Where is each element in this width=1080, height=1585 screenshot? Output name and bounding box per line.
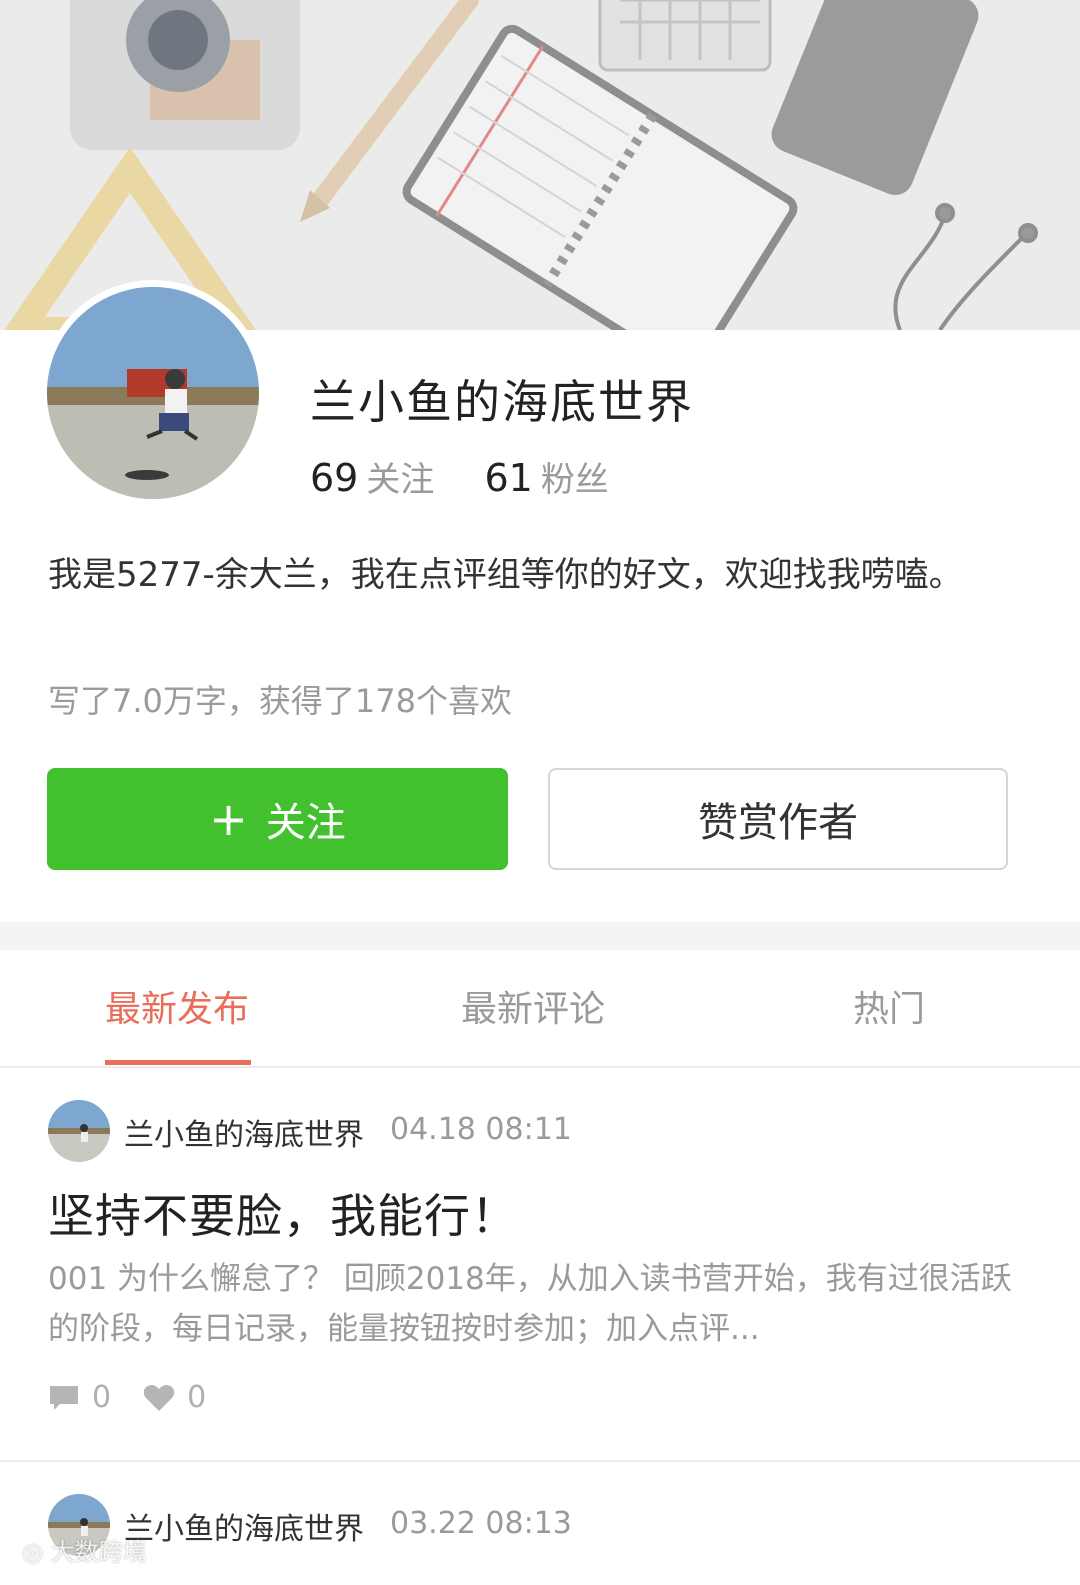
comment-icon [50, 1385, 78, 1410]
heart-icon [143, 1384, 175, 1411]
following-label: 关注 [366, 460, 435, 500]
plus-icon: + [209, 792, 248, 846]
comment-count-item[interactable]: 0 [48, 1380, 111, 1415]
reward-button-label: 赞赏作者 [698, 800, 858, 846]
profile-name: 兰小鱼的海底世界 [310, 375, 694, 429]
follow-button-label: 关注 [265, 800, 346, 846]
followers-stat[interactable]: 61 粉丝 [484, 452, 608, 501]
camera-illustration [70, 0, 300, 150]
post-meta: 0 0 [48, 1380, 238, 1415]
like-count: 0 [187, 1380, 207, 1415]
profile-bio: 我是5277-余大兰，我在点评组等你的好文，欢迎找我唠嗑。 [48, 555, 963, 595]
post-author-name[interactable]: 兰小鱼的海底世界 [124, 1504, 364, 1548]
post-author-avatar[interactable] [48, 1100, 110, 1162]
author-avatar-photo [48, 1100, 110, 1162]
profile-summary: 写了7.0万字，获得了178个喜欢 [48, 682, 512, 720]
avatar-photo [47, 287, 259, 499]
following-count: 69 [310, 456, 359, 500]
watermark: ◎ 大数跨境 [22, 1532, 147, 1567]
post-time: 04.18 08:11 [390, 1112, 572, 1147]
watermark-logo-icon: ◎ [22, 1538, 51, 1566]
post-excerpt: 001 为什么懈怠了？ 回顾2018年，从加入读书营开始，我有过很活跃的阶段，每… [48, 1261, 1012, 1347]
list-item[interactable]: 兰小鱼的海底世界 03.22 08:13 [0, 1462, 1080, 1585]
keyboard-illustration [598, 0, 772, 72]
tab-latest-posts[interactable]: 最新发布 [105, 980, 249, 1032]
like-count-item[interactable]: 0 [143, 1380, 206, 1415]
followers-count: 61 [484, 456, 533, 500]
post-author-name[interactable]: 兰小鱼的海底世界 [124, 1110, 364, 1154]
content-tabs: 最新发布 最新评论 热门 [0, 950, 1080, 1068]
profile-stats: 69 关注 61 粉丝 [310, 452, 647, 501]
follow-button[interactable]: + 关注 [47, 768, 508, 870]
section-divider [0, 922, 1080, 950]
reward-author-button[interactable]: 赞赏作者 [548, 768, 1008, 870]
post-time: 03.22 08:13 [390, 1506, 572, 1541]
tab-latest-comments[interactable]: 最新评论 [461, 980, 605, 1032]
avatar[interactable] [47, 287, 259, 499]
watermark-text: 大数跨境 [50, 1538, 147, 1566]
comment-count: 0 [92, 1380, 112, 1415]
tab-hot[interactable]: 热门 [853, 980, 925, 1032]
following-stat[interactable]: 69 关注 [310, 452, 434, 501]
active-tab-indicator [105, 1060, 251, 1065]
followers-label: 粉丝 [540, 460, 609, 500]
list-item[interactable]: 兰小鱼的海底世界 04.18 08:11 坚持不要脸，我能行！ 001 为什么懈… [0, 1068, 1080, 1462]
post-title[interactable]: 坚持不要脸，我能行！ [48, 1180, 518, 1246]
